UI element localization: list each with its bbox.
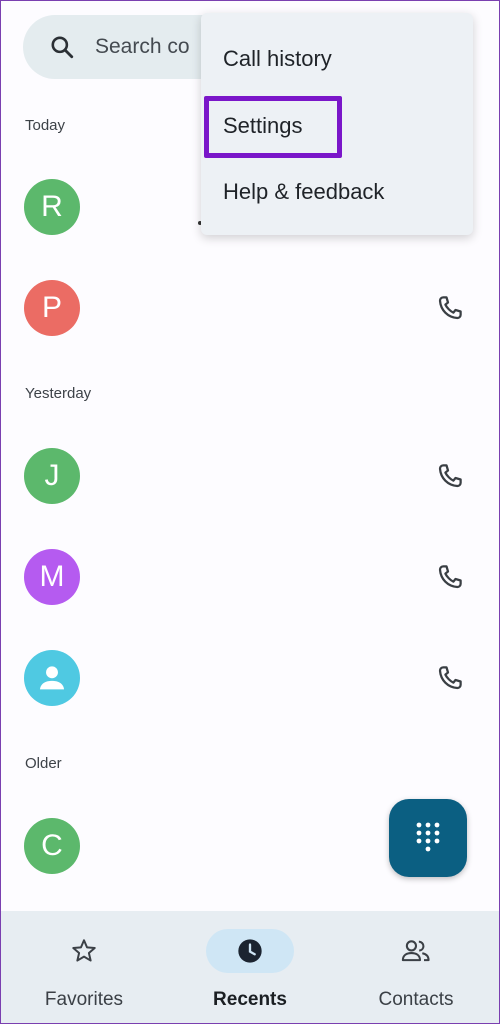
dialpad-button[interactable] xyxy=(389,799,467,877)
nav-item-contacts[interactable]: Contacts xyxy=(333,911,499,1023)
settings-highlight-box xyxy=(204,96,342,158)
people-icon xyxy=(401,940,430,962)
search-placeholder: Search co xyxy=(95,35,190,58)
phone-icon[interactable] xyxy=(435,663,465,693)
phone-app: Search co Today R P Yesterday J M Older … xyxy=(1,1,499,1023)
avatar[interactable]: J xyxy=(24,448,80,504)
phone-icon[interactable] xyxy=(435,461,465,491)
dialpad-icon xyxy=(416,822,440,852)
phone-icon[interactable] xyxy=(435,562,465,592)
avatar[interactable] xyxy=(24,650,80,706)
nav-label-recents: Recents xyxy=(213,989,287,1010)
section-heading-yesterday: Yesterday xyxy=(25,385,92,402)
person-icon xyxy=(39,666,65,690)
nav-label-contacts: Contacts xyxy=(378,989,454,1010)
avatar-initial: R xyxy=(41,190,63,223)
avatar-initial: P xyxy=(41,291,62,324)
avatar[interactable]: M xyxy=(24,549,80,605)
star-icon xyxy=(72,939,96,962)
phone-icon[interactable] xyxy=(435,293,465,323)
bottom-navigation: Favorites Recents Contacts xyxy=(1,911,499,1023)
section-heading-today: Today xyxy=(25,117,66,134)
nav-icon-container xyxy=(40,929,128,973)
search-icon xyxy=(51,36,74,59)
avatar[interactable]: R xyxy=(24,179,80,235)
nav-item-recents[interactable]: Recents xyxy=(167,911,333,1023)
section-heading-older: Older xyxy=(25,755,62,772)
avatar-initial: J xyxy=(44,459,60,492)
nav-icon-container xyxy=(372,929,460,973)
avatar[interactable]: C xyxy=(24,818,80,874)
avatar-initial: C xyxy=(41,829,63,862)
clock-icon xyxy=(238,939,262,963)
nav-item-favorites[interactable]: Favorites xyxy=(1,911,167,1023)
avatar[interactable]: P xyxy=(24,280,80,336)
menu-item-help-feedback[interactable]: Help & feedback xyxy=(223,179,384,205)
avatar-initial: M xyxy=(39,560,65,593)
nav-label-favorites: Favorites xyxy=(44,989,124,1010)
nav-icon-container-active xyxy=(206,929,294,973)
menu-item-call-history[interactable]: Call history xyxy=(223,46,332,72)
